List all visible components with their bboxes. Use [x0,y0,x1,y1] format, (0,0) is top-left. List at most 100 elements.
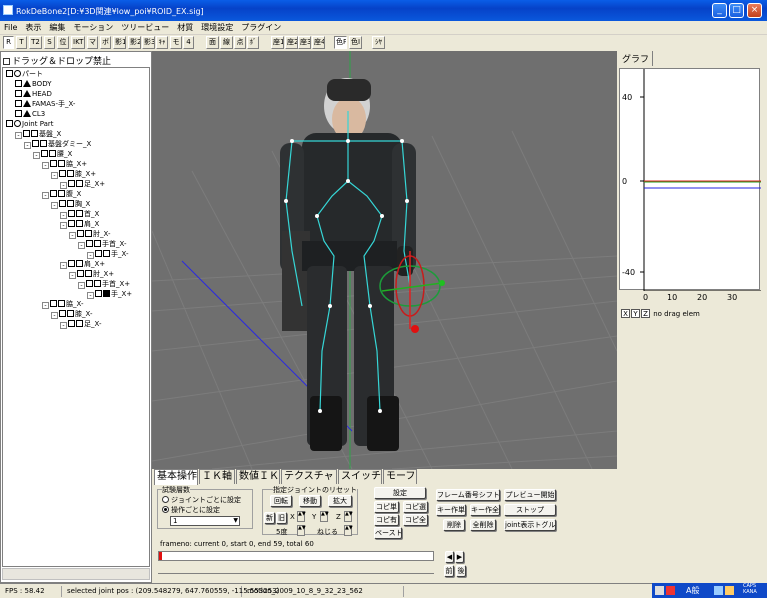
tree-item[interactable]: - 肩_X+ [60,260,105,269]
tool-ikt[interactable]: IKT [71,36,85,49]
menu-material[interactable]: 材質 [173,21,197,34]
radio-joint[interactable]: ジョイントごとに設定 [162,495,241,505]
tree-item[interactable]: - 脇_X- [42,300,83,309]
tool-mo[interactable]: モ [170,36,182,49]
tree-item[interactable]: - 基盤_X [15,130,61,139]
tool-coord4[interactable]: 座4 [312,36,325,49]
visibility-checkbox[interactable] [68,260,75,267]
maximize-button[interactable]: □ [729,3,744,18]
expand-toggle-icon[interactable]: - [78,242,85,249]
expand-toggle-icon[interactable]: - [51,172,58,179]
tool-color-p[interactable]: 色P [334,36,347,49]
menu-treeview[interactable]: ツリービュー [117,21,173,34]
stop-button[interactable]: ストップ [504,504,556,516]
copy-existing-button[interactable]: コピ有 [374,514,399,526]
z-spin[interactable]: ▲▼ [344,511,353,522]
tree-item[interactable]: - 基盤ダミー_X [24,140,91,149]
expand-toggle-icon[interactable]: - [78,282,85,289]
help-icon[interactable] [725,586,734,595]
tool-camera[interactable]: ｷｬ [156,36,168,49]
tree-item[interactable]: - 脇_X+ [42,160,87,169]
tree-item[interactable]: - 腹_X [42,190,81,199]
menu-motion[interactable]: モーション [69,21,117,34]
visibility-checkbox[interactable] [6,70,13,77]
tool-4[interactable]: 4 [183,36,194,49]
deg-spin[interactable]: ▲▼ [297,525,306,536]
graph-y-button[interactable]: Y [631,309,640,318]
tab-switch[interactable]: スイッチ [338,469,382,484]
x-spin[interactable]: ▲▼ [297,511,306,522]
tool-t[interactable]: T [16,36,27,49]
visibility-checkbox[interactable] [68,320,75,327]
tool-s[interactable]: S [44,36,55,49]
expand-toggle-icon[interactable]: - [51,202,58,209]
tool-face[interactable]: 面 [206,36,219,49]
tree-item[interactable]: - 手_X+ [87,290,132,299]
tree-item[interactable]: - 首_X [60,210,99,219]
visibility-checkbox[interactable] [77,270,84,277]
expand-toggle-icon[interactable]: - [87,252,94,259]
tool-coord2[interactable]: 座2 [285,36,298,49]
menu-edit[interactable]: 編集 [45,21,69,34]
3d-viewport[interactable] [152,51,617,469]
tool-shadow2[interactable]: 影2 [128,36,141,49]
tree-item[interactable]: - 肘_X+ [69,270,114,279]
expand-toggle-icon[interactable]: - [60,322,67,329]
tree-item[interactable]: BODY [15,80,51,89]
tool-shadow3[interactable]: 影3 [142,36,155,49]
tree-item[interactable]: - 腰_X [33,150,72,159]
tab-graph[interactable]: グラフ [619,51,654,66]
tool-shiya[interactable]: ｼﾔ [372,36,385,49]
menu-settings[interactable]: 環境設定 [197,21,237,34]
expand-toggle-icon[interactable]: - [69,232,76,239]
tree-item[interactable]: CL3 [15,110,45,119]
visibility-checkbox[interactable] [86,240,93,247]
visibility-checkbox[interactable] [86,280,93,287]
tool-t2[interactable]: T2 [29,36,42,49]
timeline-track[interactable] [158,551,434,561]
visibility-checkbox[interactable] [32,140,39,147]
graph-x-button[interactable]: X [621,309,630,318]
tool-line[interactable]: 線 [220,36,233,49]
delete-button[interactable]: 削除 [443,519,465,531]
expand-toggle-icon[interactable]: - [60,222,67,229]
visibility-checkbox[interactable] [15,110,22,117]
graph-canvas[interactable]: 40 0 -40 [619,68,761,292]
paste-button[interactable]: ペースト [374,527,403,539]
visibility-checkbox[interactable] [68,180,75,187]
expand-toggle-icon[interactable]: - [60,212,67,219]
visibility-checkbox[interactable] [6,120,13,127]
frame-shift-button[interactable]: フレーム番号シフト [436,489,500,501]
copy-selected-button[interactable]: コピ選 [403,501,428,513]
close-button[interactable]: × [747,3,762,18]
tree-item[interactable]: - 肘_X- [69,230,110,239]
joint-tree[interactable]: パート BODY HEAD FAMAS-手_X- CL3 Joint Part - 基盤_X -… [2,67,150,567]
visibility-checkbox[interactable] [15,90,22,97]
visibility-checkbox[interactable] [50,300,57,307]
visibility-checkbox[interactable] [77,230,84,237]
tab-basic[interactable]: 基本操作 [154,469,198,485]
key-create-single-button[interactable]: キー作単 [436,504,466,516]
expand-toggle-icon[interactable]: - [42,162,49,169]
visibility-checkbox[interactable] [95,290,102,297]
visibility-checkbox[interactable] [41,150,48,157]
tool-shadow1[interactable]: 影1 [113,36,126,49]
menu-file[interactable]: File [0,21,21,34]
tool-ma[interactable]: マ [87,36,98,49]
tree-item[interactable]: - 胸_X [51,200,90,209]
twist-spin[interactable]: ▲▼ [344,525,353,536]
expand-toggle-icon[interactable]: - [15,132,22,139]
frame-prev-arrow[interactable]: ◀ [445,551,454,563]
visibility-checkbox[interactable] [59,310,66,317]
joint-display-toggle-button[interactable]: joint表示トグル [504,519,556,531]
visibility-checkbox[interactable] [68,220,75,227]
reset-move-button[interactable]: 移動 [299,495,321,507]
keyboard-icon[interactable] [655,586,664,595]
tool-color-i[interactable]: 色I [349,36,362,49]
prev-button[interactable]: 前 [444,565,454,577]
visibility-checkbox[interactable] [15,80,22,87]
tool-r[interactable]: R [3,36,14,49]
next-button[interactable]: 後 [456,565,466,577]
minimize-button[interactable]: _ [712,3,727,18]
key-create-all-button[interactable]: キー作全 [470,504,500,516]
